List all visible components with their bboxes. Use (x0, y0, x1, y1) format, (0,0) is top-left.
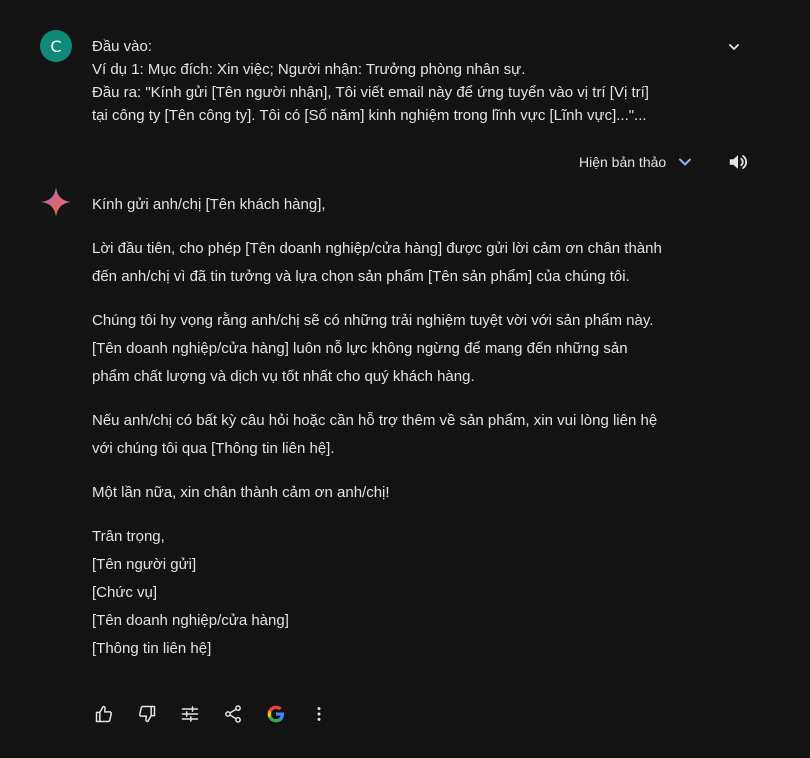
response-line: Kính gửi anh/chị [Tên khách hàng], (92, 196, 326, 213)
expand-prompt-button[interactable] (724, 37, 744, 57)
gemini-sparkle-icon (41, 187, 71, 217)
modify-response-button[interactable] (178, 702, 202, 726)
response-paragraph: Chúng tôi hy vọng rằng anh/chị sẽ có nhữ… (92, 307, 732, 391)
speaker-icon (729, 155, 747, 169)
tune-icon (181, 706, 199, 722)
signature-block: Trân trọng, [Tên người gửi] [Chức vụ] [T… (92, 523, 732, 663)
response-line: Chúng tôi hy vọng rằng anh/chị sẽ có nhữ… (92, 312, 654, 329)
response-line: với chúng tôi qua [Thông tin liên hệ]. (92, 440, 335, 457)
prompt-line: Đầu vào: (92, 38, 153, 55)
double-check-button[interactable] (264, 702, 288, 726)
share-button[interactable] (221, 702, 245, 726)
prompt-line: Ví dụ 1: Mục đích: Xin việc; Người nhận:… (92, 61, 526, 78)
show-drafts-button[interactable]: Hiện bản thảo (579, 149, 694, 175)
model-response: Kính gửi anh/chị [Tên khách hàng], Lời đ… (92, 191, 732, 679)
bad-response-button[interactable] (135, 702, 159, 726)
response-line: Nếu anh/chị có bất kỳ câu hỏi hoặc cần h… (92, 412, 658, 429)
share-icon (225, 705, 241, 723)
response-line: Lời đầu tiên, cho phép [Tên doanh nghiệp… (92, 240, 662, 257)
listen-button[interactable] (726, 150, 750, 174)
response-line: Một lần nữa, xin chân thành cảm ơn anh/c… (92, 484, 390, 501)
response-paragraph: Một lần nữa, xin chân thành cảm ơn anh/c… (92, 479, 732, 507)
response-paragraph: Nếu anh/chị có bất kỳ câu hỏi hoặc cần h… (92, 407, 732, 463)
more-options-button[interactable] (307, 702, 331, 726)
chevron-down-icon (729, 44, 739, 50)
signature-line: [Thông tin liên hệ] (92, 640, 212, 657)
prompt-line: Đầu ra: "Kính gửi [Tên người nhận], Tôi … (92, 84, 649, 101)
response-line: đến anh/chị vì đã tin tưởng và lựa chọn … (92, 268, 630, 285)
response-actions (92, 702, 350, 726)
user-avatar: C (40, 30, 72, 62)
google-icon (267, 705, 284, 723)
response-line: [Tên doanh nghiệp/cửa hàng] luôn nỗ lực … (92, 340, 628, 357)
signature-line: [Tên người gửi] (92, 556, 197, 573)
user-prompt: Đầu vào: Ví dụ 1: Mục đích: Xin việc; Ng… (92, 35, 712, 127)
signature-line: Trân trọng, (92, 528, 165, 545)
prompt-line: tại công ty [Tên công ty]. Tôi có [Số nă… (92, 107, 647, 124)
thumb-up-icon (95, 705, 113, 723)
signature-line: [Tên doanh nghiệp/cửa hàng] (92, 612, 289, 629)
show-drafts-label: Hiện bản thảo (579, 154, 667, 170)
response-line: phẩm chất lượng và dịch vụ tốt nhất cho … (92, 368, 475, 385)
more-vert-icon (317, 707, 321, 721)
response-paragraph: Kính gửi anh/chị [Tên khách hàng], (92, 191, 732, 219)
thumb-down-icon (138, 705, 156, 723)
signature-line: [Chức vụ] (92, 584, 158, 601)
response-paragraph: Lời đầu tiên, cho phép [Tên doanh nghiệp… (92, 235, 732, 291)
chevron-down-icon (679, 158, 692, 166)
good-response-button[interactable] (92, 702, 116, 726)
